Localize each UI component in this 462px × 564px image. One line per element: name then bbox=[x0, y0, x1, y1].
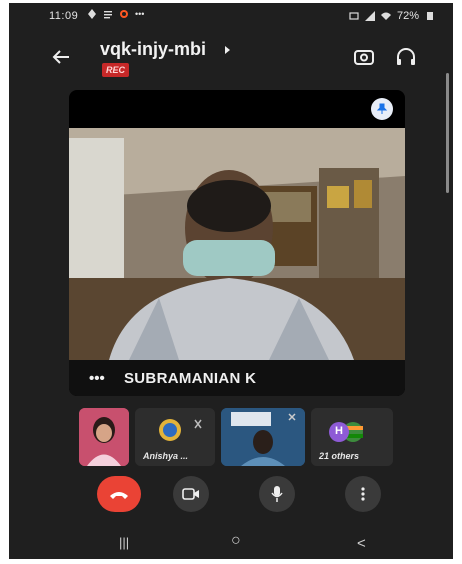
thumbnail-3[interactable] bbox=[221, 408, 305, 466]
status-time: 11:09 bbox=[49, 10, 79, 22]
end-call-button[interactable] bbox=[97, 476, 141, 512]
others-count: 21 others bbox=[319, 451, 360, 461]
pin-button[interactable] bbox=[371, 98, 393, 120]
more-options-button[interactable]: ••• bbox=[89, 370, 105, 387]
pin-icon bbox=[376, 103, 388, 114]
headphones-icon[interactable] bbox=[394, 45, 418, 69]
vertical-dots-icon bbox=[361, 487, 365, 501]
participant-video bbox=[79, 408, 129, 466]
others-avatar-initial: H bbox=[335, 425, 343, 437]
thumbnail-name: Anishya ... bbox=[143, 451, 189, 461]
menu-icon bbox=[104, 11, 112, 19]
tile-name-bar: ••• SUBRAMANIAN K bbox=[69, 360, 405, 396]
video-camera-icon bbox=[182, 488, 199, 500]
more-notifications-icon: ••• bbox=[135, 9, 145, 19]
wifi-icon bbox=[380, 12, 391, 20]
android-nav-bar: ||| ○ < bbox=[9, 529, 453, 559]
phone-hangup-icon bbox=[110, 492, 128, 499]
participant-video bbox=[221, 408, 305, 466]
notification-icons: ••• bbox=[87, 9, 144, 19]
call-controls bbox=[9, 476, 453, 516]
main-video-tile[interactable]: ••• SUBRAMANIAN K bbox=[69, 90, 405, 396]
signal-icon bbox=[364, 11, 375, 21]
caret-right-icon[interactable] bbox=[222, 45, 232, 55]
thumbnail-others[interactable]: H 21 others bbox=[311, 408, 393, 466]
meeting-code[interactable]: vqk-injy-mbi bbox=[100, 39, 206, 60]
recording-badge: REC bbox=[102, 63, 130, 77]
phone-screen: 11:09 ••• 72% vqk-injy-mbi REC ••• SUBRA… bbox=[9, 3, 453, 559]
participant-video bbox=[69, 128, 405, 360]
status-bar: 11:09 ••• 72% bbox=[9, 3, 453, 29]
home-button[interactable]: ○ bbox=[231, 532, 241, 550]
battery-level: 72% bbox=[396, 10, 419, 22]
meeting-header: vqk-injy-mbi REC bbox=[9, 31, 453, 85]
status-right: 72% bbox=[349, 10, 435, 22]
battery-icon bbox=[427, 12, 433, 20]
camera-toggle-button[interactable] bbox=[173, 476, 209, 512]
back-button[interactable]: < bbox=[357, 535, 366, 552]
app-notification-icon bbox=[120, 10, 128, 18]
recents-button[interactable]: ||| bbox=[119, 535, 129, 550]
participant-name: SUBRAMANIAN K bbox=[124, 370, 257, 387]
back-arrow-icon[interactable] bbox=[49, 45, 73, 69]
thumbnail-1[interactable] bbox=[79, 408, 129, 466]
microphone-toggle-button[interactable] bbox=[259, 476, 295, 512]
switch-camera-icon[interactable] bbox=[352, 45, 376, 69]
microphone-icon bbox=[271, 486, 283, 502]
thumbnail-2[interactable]: Anishya ... bbox=[135, 408, 215, 466]
participant-thumbnails: Anishya ... H 21 others bbox=[79, 408, 399, 466]
more-actions-button[interactable] bbox=[345, 476, 381, 512]
scrollbar[interactable] bbox=[446, 73, 449, 193]
location-icon bbox=[88, 9, 96, 19]
mute-icon bbox=[349, 12, 359, 20]
